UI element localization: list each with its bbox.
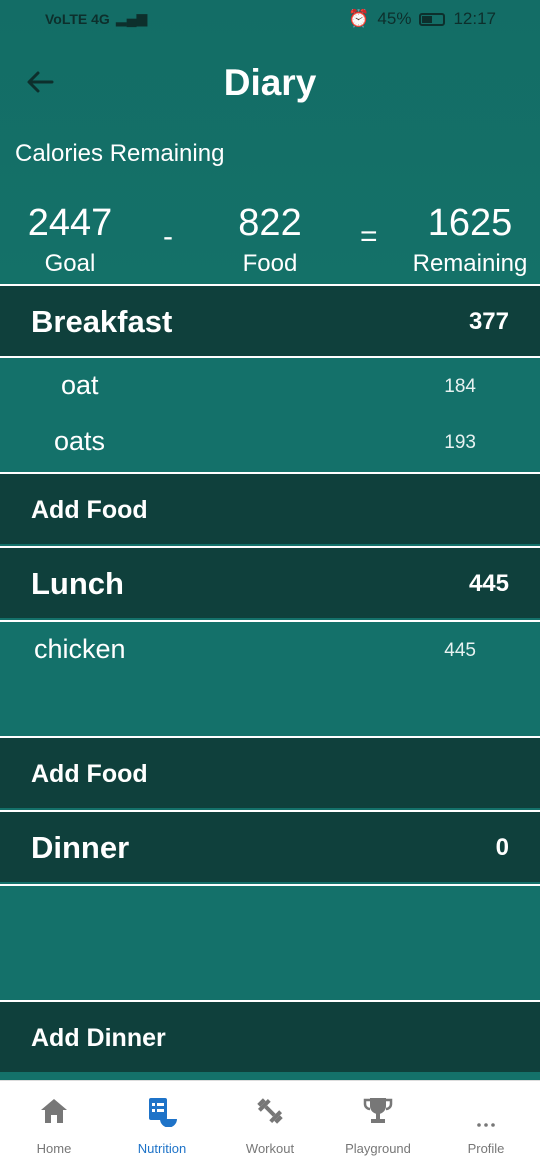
meal-name: Breakfast — [31, 304, 173, 339]
nav-workout[interactable]: Workout — [216, 1081, 324, 1156]
breakfast-add-food-button[interactable]: Add Food — [0, 472, 540, 544]
nav-label: Home — [36, 1141, 72, 1156]
signal-icon: ▂▄▆ — [115, 10, 148, 26]
battery-icon — [419, 12, 446, 26]
nav-playground[interactable]: Playground — [324, 1081, 432, 1156]
status-right: ⏰ 45% 12:17 — [348, 9, 496, 29]
more-icon — [477, 1123, 495, 1127]
dumbbell-icon — [257, 1098, 283, 1124]
remaining-label: Remaining — [412, 250, 528, 277]
food-calories: 445 — [444, 640, 476, 661]
goal-value: 2447 — [27, 202, 113, 244]
bottom-navigation: Home Nutrition Workout Playground Profil… — [0, 1080, 540, 1156]
food-name: oat — [61, 370, 99, 400]
meal-name: Dinner — [31, 830, 130, 865]
nav-label: Profile — [467, 1141, 505, 1156]
add-dinner-label: Add Dinner — [31, 1024, 166, 1052]
food-value: 822 — [238, 202, 302, 244]
nutrition-icon — [149, 1098, 177, 1127]
minus-sign: - — [163, 220, 173, 253]
network-indicator: VoLTE 4G — [45, 10, 110, 27]
nav-label: Nutrition — [137, 1141, 187, 1156]
food-calories: 184 — [444, 376, 476, 397]
divider — [0, 620, 540, 622]
meal-calories: 377 — [468, 308, 509, 335]
calories-remaining-label: Calories Remaining — [15, 140, 225, 167]
lunch-header: Lunch 445 — [0, 546, 540, 618]
dinner-header: Dinner 0 — [0, 810, 540, 882]
food-label: Food — [242, 250, 298, 277]
remaining-value: 1625 — [427, 202, 513, 244]
status-left: VoLTE 4G ▂▄▆ — [45, 10, 147, 27]
nav-label: Playground — [345, 1141, 411, 1156]
nav-home[interactable]: Home — [0, 1081, 108, 1156]
alarm-icon: ⏰ — [348, 9, 370, 28]
battery-percent: 45% — [377, 9, 412, 28]
clock: 12:17 — [453, 9, 496, 28]
add-food-label: Add Food — [31, 760, 148, 788]
nav-nutrition[interactable]: Nutrition — [108, 1081, 216, 1156]
lunch-add-food-button[interactable]: Add Food — [0, 736, 540, 808]
food-calories: 193 — [444, 432, 476, 453]
divider — [0, 884, 540, 886]
status-bar: VoLTE 4G ▂▄▆ ⏰ 45% 12:17 — [0, 0, 540, 40]
meal-calories: 0 — [495, 834, 509, 861]
calorie-summary: 2447 Goal - 822 Food = 1625 Remaining — [0, 198, 540, 284]
food-item[interactable]: oat 184 — [0, 360, 540, 416]
add-dinner-button[interactable]: Add Dinner — [0, 1000, 540, 1072]
meal-name: Lunch — [31, 566, 124, 601]
food-name: oats — [54, 426, 106, 456]
goal-label: Goal — [44, 250, 96, 277]
page-title: Diary — [223, 62, 317, 103]
add-food-label: Add Food — [31, 496, 148, 524]
home-icon — [41, 1099, 67, 1123]
nav-profile[interactable]: Profile — [432, 1081, 540, 1156]
food-name: chicken — [34, 634, 126, 664]
trophy-icon — [363, 1098, 393, 1123]
food-item[interactable]: chicken 445 — [0, 624, 540, 680]
nav-label: Workout — [245, 1141, 295, 1156]
equals-sign: = — [360, 220, 378, 253]
top-bar: Diary — [0, 52, 540, 116]
breakfast-header: Breakfast 377 — [0, 284, 540, 356]
divider — [0, 356, 540, 358]
food-item[interactable]: oats 193 — [0, 416, 540, 472]
meal-calories: 445 — [468, 570, 509, 597]
